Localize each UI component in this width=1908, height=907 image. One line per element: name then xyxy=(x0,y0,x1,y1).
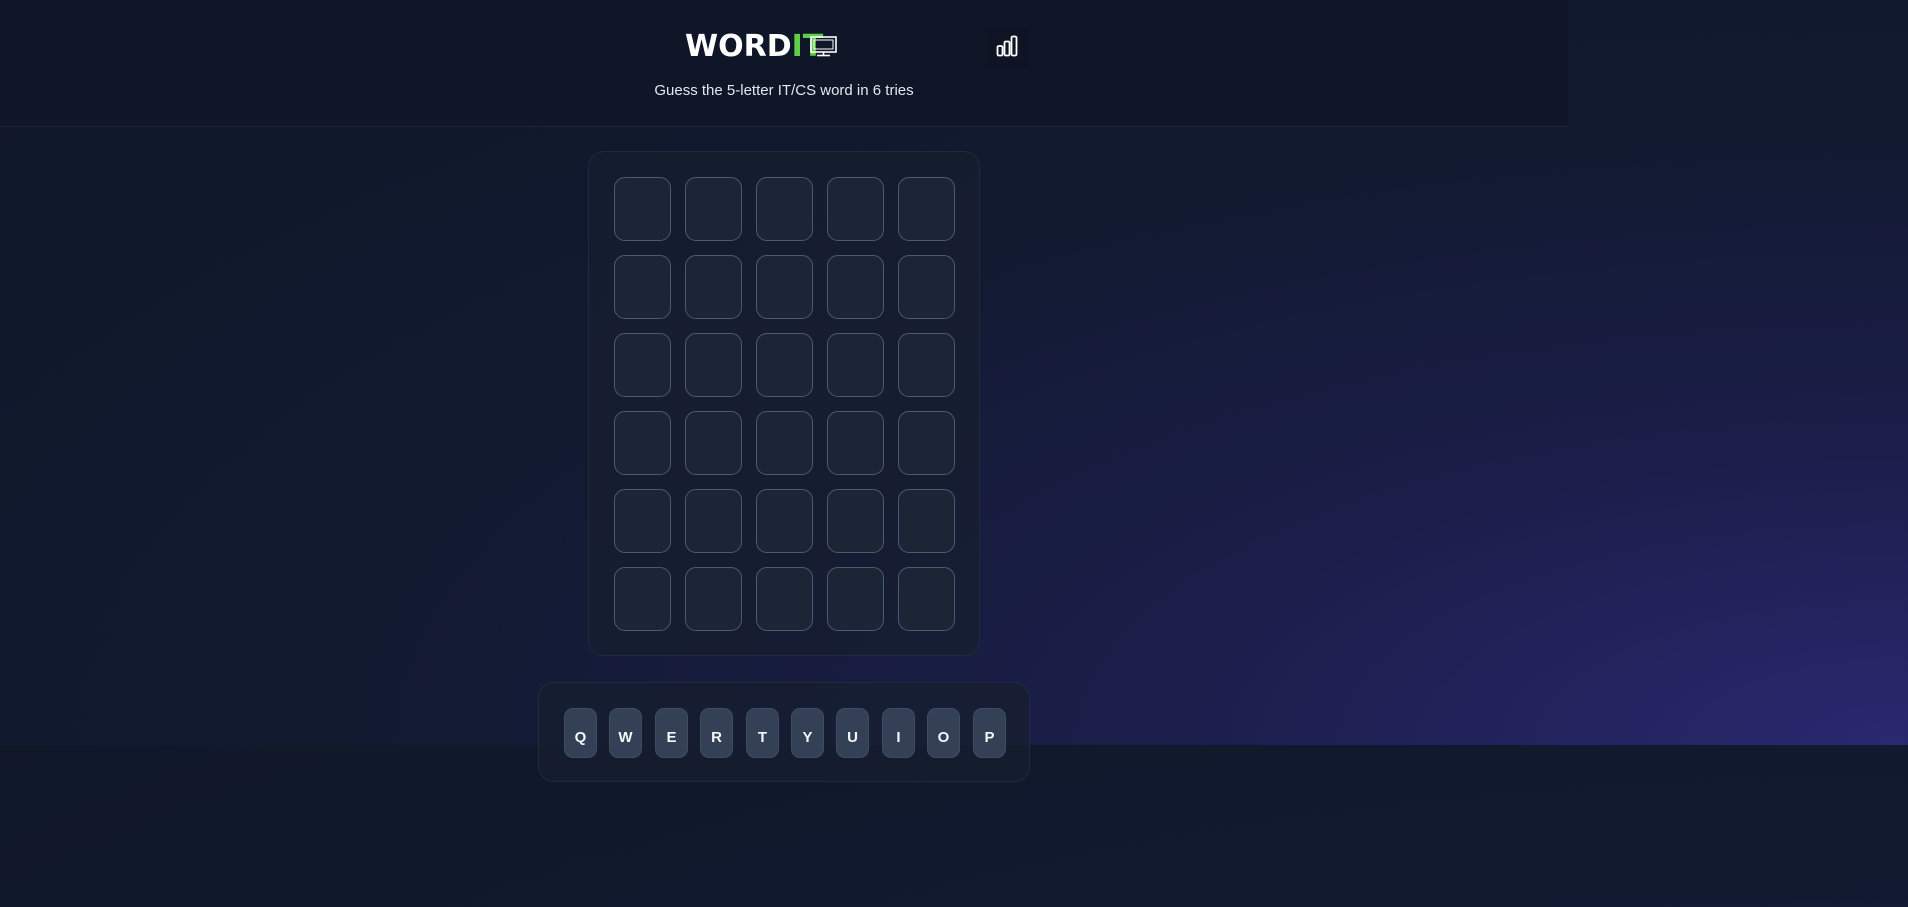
board-tile xyxy=(756,333,813,397)
board-tile xyxy=(614,411,671,475)
logo-word: WORD xyxy=(685,29,792,64)
key-y[interactable]: Y xyxy=(791,708,824,758)
board-tile xyxy=(685,255,742,319)
board-tile xyxy=(827,489,884,553)
board-tile xyxy=(898,567,955,631)
board-tile xyxy=(827,567,884,631)
bar-chart-icon xyxy=(995,34,1019,63)
key-q[interactable]: Q xyxy=(564,708,597,758)
board-tile xyxy=(685,411,742,475)
board-tile xyxy=(685,489,742,553)
key-t[interactable]: T xyxy=(746,708,779,758)
board-tile xyxy=(898,333,955,397)
board-tile xyxy=(827,333,884,397)
key-w[interactable]: W xyxy=(609,708,642,758)
board-tile xyxy=(827,255,884,319)
key-e[interactable]: E xyxy=(655,708,688,758)
board-tile xyxy=(756,177,813,241)
board-tile xyxy=(827,411,884,475)
board-tile xyxy=(898,489,955,553)
board-tile xyxy=(898,411,955,475)
key-r[interactable]: R xyxy=(700,708,733,758)
page-subtitle: Guess the 5-letter IT/CS word in 6 tries xyxy=(654,82,914,99)
board-tile xyxy=(756,489,813,553)
board-tile xyxy=(685,567,742,631)
key-u[interactable]: U xyxy=(836,708,869,758)
key-p[interactable]: P xyxy=(973,708,1006,758)
board-tile xyxy=(898,177,955,241)
logo: WORD IT xyxy=(685,30,839,64)
keyboard: QWERTYUIOP xyxy=(538,682,1030,782)
board-tile xyxy=(614,177,671,241)
stats-button[interactable] xyxy=(985,26,1029,70)
board-tile xyxy=(685,177,742,241)
board-tile xyxy=(756,255,813,319)
board-tile xyxy=(756,567,813,631)
board-tile xyxy=(614,489,671,553)
board-tile xyxy=(685,333,742,397)
board-tile xyxy=(614,255,671,319)
game-board xyxy=(588,151,980,656)
header: WORD IT Guess the 5-letter IT/CS word in … xyxy=(0,0,1568,127)
board-tile xyxy=(827,177,884,241)
key-o[interactable]: O xyxy=(927,708,960,758)
key-i[interactable]: I xyxy=(882,708,915,758)
board-tile xyxy=(898,255,955,319)
board-tile xyxy=(614,333,671,397)
board-tile xyxy=(614,567,671,631)
board-tile xyxy=(756,411,813,475)
monitor-icon xyxy=(809,33,839,67)
